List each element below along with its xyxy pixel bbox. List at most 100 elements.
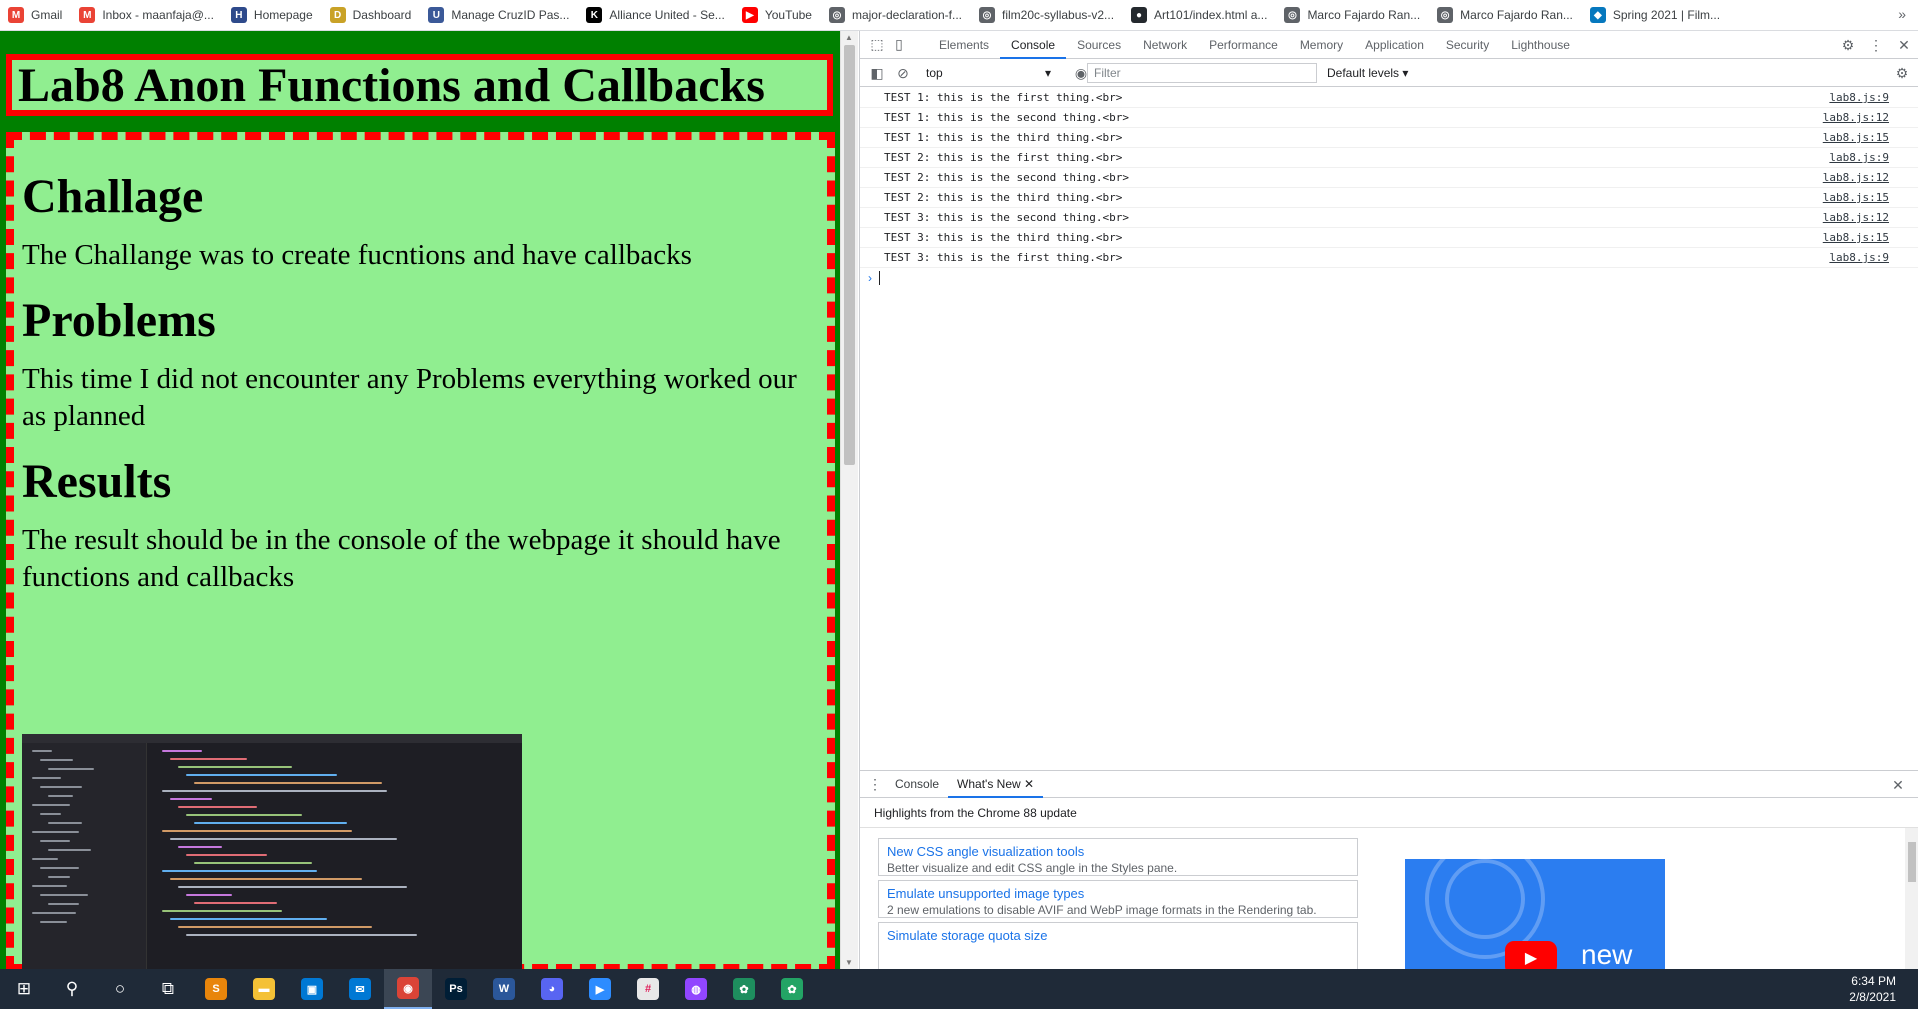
- drawer-tab-whats-new[interactable]: What's New ✕: [948, 771, 1044, 798]
- log-levels-dropdown[interactable]: Default levels ▾: [1327, 66, 1408, 80]
- taskbar-button[interactable]: ▣: [288, 969, 336, 1009]
- devtools-tab-security[interactable]: Security: [1435, 31, 1500, 59]
- banner-ring: [1445, 859, 1525, 939]
- console-source-link[interactable]: lab8.js:15: [1823, 191, 1889, 204]
- whats-new-card[interactable]: Emulate unsupported image types 2 new em…: [878, 880, 1358, 918]
- page-scrollbar[interactable]: ▲ ▼: [840, 31, 858, 969]
- settings-gear-icon[interactable]: ⚙: [1837, 34, 1859, 56]
- bookmark-item[interactable]: ◆ Spring 2021 | Film...: [1589, 7, 1720, 23]
- page-scrollbar-thumb[interactable]: [844, 45, 855, 465]
- whats-new-card[interactable]: New CSS angle visualization tools Better…: [878, 838, 1358, 876]
- taskbar-button[interactable]: ▶: [576, 969, 624, 1009]
- scroll-down-icon[interactable]: ▼: [845, 958, 853, 967]
- bookmark-item[interactable]: D Dashboard: [329, 7, 411, 23]
- whats-new-video-thumbnail[interactable]: ▶ new: [1405, 859, 1665, 971]
- live-expression-eye-icon[interactable]: ◉: [1070, 62, 1092, 84]
- bookmark-item[interactable]: U Manage CruzID Pas...: [428, 7, 569, 23]
- device-toolbar-icon[interactable]: ▯: [888, 34, 910, 56]
- code-line: [170, 838, 397, 840]
- console-source-link[interactable]: lab8.js:9: [1829, 91, 1889, 104]
- devtools-tab-memory[interactable]: Memory: [1289, 31, 1354, 59]
- bookmark-item[interactable]: ◎ major-declaration-f...: [828, 7, 962, 23]
- console-message-text: TEST 1: this is the third thing.<br>: [884, 131, 1123, 144]
- taskbar-button[interactable]: ⚲: [48, 969, 96, 1009]
- devtools-tab-performance[interactable]: Performance: [1198, 31, 1289, 59]
- code-line: [162, 750, 202, 752]
- taskbar-button[interactable]: ✿: [768, 969, 816, 1009]
- bookmark-item[interactable]: M Gmail: [8, 7, 62, 23]
- bookmark-item[interactable]: ◎ film20c-syllabus-v2...: [979, 7, 1114, 23]
- devtools-tab-lighthouse[interactable]: Lighthouse: [1500, 31, 1581, 59]
- console-source-link[interactable]: lab8.js:15: [1823, 131, 1889, 144]
- inspect-element-icon[interactable]: ⬚: [866, 34, 888, 56]
- bookmark-item[interactable]: ▶ YouTube: [741, 7, 812, 23]
- taskbar-button[interactable]: ✿: [720, 969, 768, 1009]
- console-filter-input[interactable]: [1087, 63, 1317, 83]
- console-message-text: TEST 2: this is the third thing.<br>: [884, 191, 1123, 204]
- devtools-tab-network[interactable]: Network: [1132, 31, 1198, 59]
- taskbar-button[interactable]: ◉: [384, 969, 432, 1009]
- section-heading-results: Results: [22, 455, 172, 508]
- bookmarks-overflow-icon[interactable]: »: [1898, 6, 1906, 22]
- youtube-play-icon[interactable]: ▶: [1505, 941, 1557, 971]
- bookmark-item[interactable]: ◎ Marco Fajardo Ran...: [1437, 7, 1573, 23]
- bookmark-item[interactable]: ◎ Marco Fajardo Ran...: [1284, 7, 1420, 23]
- page-title: Lab8 Anon Functions and Callbacks: [18, 59, 765, 112]
- sidebar-toggle-icon[interactable]: ◧: [866, 62, 888, 84]
- globe-icon: ◎: [979, 7, 996, 23]
- bookmark-item[interactable]: ● Art101/index.html a...: [1131, 7, 1267, 23]
- whats-new-card-title[interactable]: Simulate storage quota size: [887, 927, 1349, 944]
- file-tree-line: [32, 912, 76, 914]
- console-source-link[interactable]: lab8.js:9: [1829, 151, 1889, 164]
- console-message: TEST 3: this is the first thing.<br> lab8…: [860, 248, 1918, 268]
- whats-new-card-title[interactable]: New CSS angle visualization tools: [887, 843, 1349, 860]
- whats-new-card-desc: Better visualize and edit CSS angle in t…: [887, 861, 1178, 875]
- devtools-tab-sources[interactable]: Sources: [1066, 31, 1132, 59]
- taskbar-button[interactable]: Ps: [432, 969, 480, 1009]
- console-toolbar: ◧ ⊘ top ▾ ◉ Default levels ▾ ⚙: [860, 60, 1918, 87]
- taskbar-button[interactable]: ▬: [240, 969, 288, 1009]
- whats-new-card-title[interactable]: Emulate unsupported image types: [887, 885, 1349, 902]
- console-source-link[interactable]: lab8.js:9: [1829, 251, 1889, 264]
- taskbar-button[interactable]: ⊞: [0, 969, 48, 1009]
- more-options-icon[interactable]: ⋮: [1865, 34, 1887, 56]
- drawer-menu-icon[interactable]: ⋮: [864, 773, 886, 795]
- whats-new-scrollbar[interactable]: [1905, 828, 1918, 970]
- context-selector[interactable]: top ▾: [922, 63, 1055, 83]
- console-source-link[interactable]: lab8.js:15: [1823, 231, 1889, 244]
- drawer-tab-console[interactable]: Console: [886, 771, 948, 798]
- taskbar-button[interactable]: W: [480, 969, 528, 1009]
- code-line: [194, 782, 382, 784]
- devtools-tab-elements[interactable]: Elements: [928, 31, 1000, 59]
- console-source-link[interactable]: lab8.js:12: [1823, 211, 1889, 224]
- console-source-link[interactable]: lab8.js:12: [1823, 111, 1889, 124]
- bookmark-item[interactable]: K Alliance United - Se...: [586, 7, 725, 23]
- tab-close-icon[interactable]: ✕: [1024, 777, 1034, 791]
- bookmark-label: Marco Fajardo Ran...: [1460, 8, 1573, 22]
- console-prompt[interactable]: ›: [860, 268, 1918, 288]
- system-clock[interactable]: 6:34 PM 2/8/2021: [1849, 973, 1896, 1005]
- file-tree-line: [40, 840, 70, 842]
- taskbar-button[interactable]: ◕: [528, 969, 576, 1009]
- taskbar-button[interactable]: ◍: [672, 969, 720, 1009]
- console-source-link[interactable]: lab8.js:12: [1823, 171, 1889, 184]
- prompt-chevron-icon: ›: [868, 271, 872, 285]
- whats-new-card[interactable]: Simulate storage quota size: [878, 922, 1358, 970]
- bookmark-item[interactable]: H Homepage: [230, 7, 313, 23]
- taskbar-button[interactable]: ✉: [336, 969, 384, 1009]
- taskbar-button[interactable]: ○: [96, 969, 144, 1009]
- taskbar-button[interactable]: S: [192, 969, 240, 1009]
- clear-console-icon[interactable]: ⊘: [892, 62, 914, 84]
- taskbar-button[interactable]: ⧉: [144, 969, 192, 1009]
- taskbar-button[interactable]: #: [624, 969, 672, 1009]
- devtools-tab-console[interactable]: Console: [1000, 31, 1067, 59]
- console-message-text: TEST 3: this is the third thing.<br>: [884, 231, 1123, 244]
- whats-new-scrollbar-thumb[interactable]: [1908, 842, 1916, 882]
- drawer-close-icon[interactable]: ✕: [1887, 774, 1909, 796]
- console-settings-icon[interactable]: ⚙: [1891, 62, 1913, 84]
- scroll-up-icon[interactable]: ▲: [845, 33, 853, 42]
- code-line: [194, 902, 277, 904]
- bookmark-item[interactable]: M Inbox - maanfaja@...: [79, 7, 214, 23]
- close-icon[interactable]: ✕: [1893, 34, 1915, 56]
- devtools-tab-application[interactable]: Application: [1354, 31, 1435, 59]
